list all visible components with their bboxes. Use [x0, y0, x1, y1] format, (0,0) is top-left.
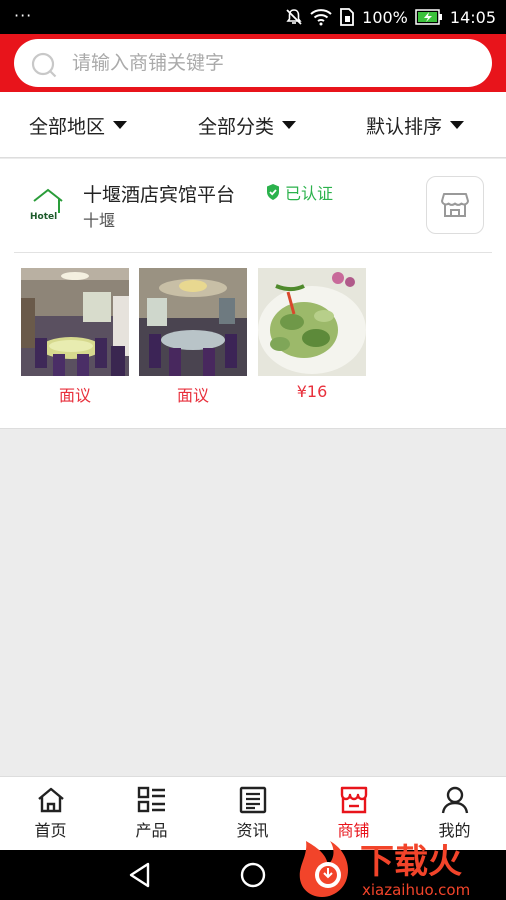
mute-icon	[285, 8, 303, 26]
tab-home-label: 首页	[34, 821, 67, 840]
search-box[interactable]	[14, 39, 492, 87]
enter-shop-button[interactable]	[426, 176, 484, 234]
home-button[interactable]	[240, 850, 266, 900]
logo-text: Hotel	[30, 212, 57, 222]
search-icon	[30, 51, 58, 83]
clock: 14:05	[449, 7, 496, 27]
home-icon	[37, 787, 64, 813]
list-icon	[137, 786, 165, 813]
wifi-icon	[310, 8, 332, 26]
notification-dots: ···	[14, 6, 33, 25]
caret-down-icon	[113, 121, 128, 129]
caret-down-icon	[450, 121, 465, 129]
product-item[interactable]: 面议	[21, 268, 129, 406]
home-circle-icon	[240, 862, 266, 888]
verified-label: 已认证	[285, 184, 334, 203]
filter-sort-dropdown[interactable]: 默认排序	[366, 92, 465, 158]
tab-news[interactable]: 资讯	[202, 777, 303, 851]
shop-icon	[340, 786, 367, 814]
watermark-title: 下载火	[360, 842, 462, 882]
product-price: 面议	[58, 386, 91, 405]
news-icon	[239, 786, 266, 814]
back-triangle-icon	[129, 862, 150, 888]
product-thumbnail-cucumber-salad[interactable]	[258, 268, 366, 376]
caret-down-icon	[282, 121, 297, 129]
product-price: 面议	[176, 386, 209, 405]
divider	[14, 252, 492, 253]
sim-icon	[339, 8, 355, 26]
shop-logo: Hotel	[24, 187, 72, 227]
product-thumbnail-banquet-hall[interactable]	[21, 268, 129, 376]
verified-badge: 已认证	[265, 180, 333, 204]
status-bar: ··· 100% 14:05	[0, 0, 506, 34]
battery-percent: 100%	[362, 7, 408, 27]
battery-charging-icon	[415, 9, 443, 25]
watermark-url: xiazaihuo.com	[362, 881, 470, 899]
product-thumbnail-private-room[interactable]	[139, 268, 247, 376]
tab-products[interactable]: 产品	[101, 777, 202, 851]
tab-products-label: 产品	[135, 821, 168, 840]
search-header	[0, 34, 506, 92]
filter-category-label: 全部分类	[198, 115, 275, 138]
filter-category-dropdown[interactable]: 全部分类	[198, 92, 297, 158]
shop-name[interactable]: 十堰酒店宾馆平台	[83, 180, 235, 207]
product-item[interactable]: ¥16	[258, 268, 366, 401]
tab-home[interactable]: 首页	[0, 777, 101, 851]
shop-card[interactable]: Hotel 十堰酒店宾馆平台 已认证 十堰 面议 面议 ¥16	[0, 159, 506, 429]
shield-check-icon	[267, 184, 279, 200]
shop-city: 十堰	[83, 211, 116, 230]
filter-region-label: 全部地区	[29, 115, 106, 138]
filter-region-dropdown[interactable]: 全部地区	[29, 92, 128, 158]
product-price: ¥16	[296, 382, 328, 401]
product-item[interactable]: 面议	[139, 268, 247, 406]
filter-sort-label: 默认排序	[366, 115, 443, 138]
watermark-logo: 下载火 xiazaihuo.com	[298, 835, 506, 900]
filter-bar: 全部地区 全部分类 默认排序	[0, 92, 506, 158]
store-icon	[441, 193, 469, 217]
user-icon	[441, 786, 468, 814]
tab-news-label: 资讯	[236, 821, 269, 840]
back-button[interactable]	[128, 850, 152, 900]
search-input[interactable]	[72, 49, 472, 77]
